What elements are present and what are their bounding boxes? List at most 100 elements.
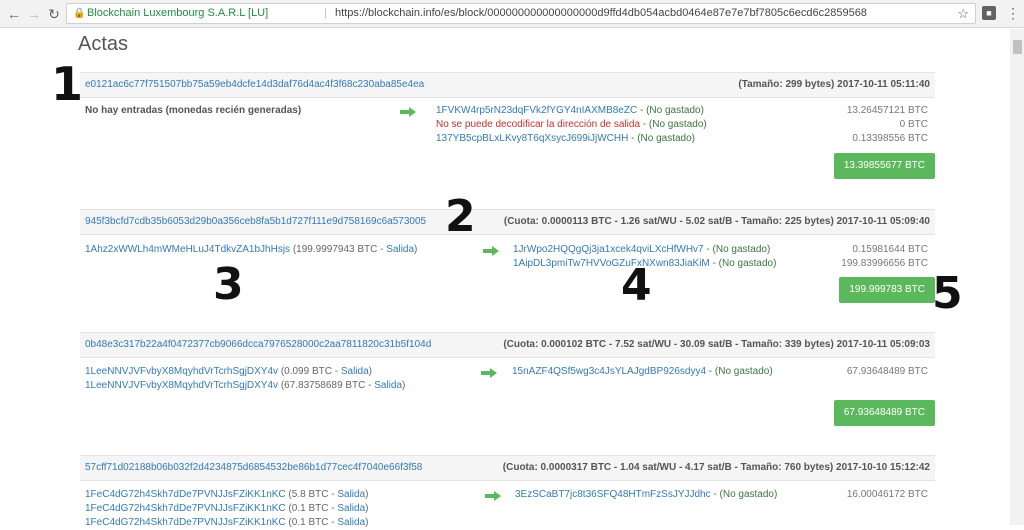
output-amount: 13.26457121 BTC <box>846 105 928 116</box>
transaction-3: 0b48e3c317b22a4f0472377cb9066dcca7976528… <box>80 332 935 458</box>
output-row: 1JrWpo2HQQgQj3ja1xcek4qviLXcHfWHv7 - (No… <box>513 243 770 257</box>
output-amount: 0.15981644 BTC <box>852 244 928 255</box>
output-address-link[interactable]: 15nAZF4QSf5wg3c4JsYLAJgdBP926sdyy4 <box>512 366 706 377</box>
input-close: ) <box>365 503 369 514</box>
input-close: ) <box>365 517 369 528</box>
output-decode-error: No se puede decodificar la dirección de … <box>436 119 641 130</box>
transaction-header: 945f3bcfd7cdb35b6053d29b0a356ceb8fa5b1d7… <box>80 209 935 235</box>
transaction-1: e0121ac6c77f751507bb75a59eb4dcfe14d3daf7… <box>80 72 935 184</box>
input-close: ) <box>365 489 369 500</box>
input-address-link[interactable]: 1FeC4dG72h4Skh7dDe7PVNJJsFZiKK1nKC <box>85 489 286 500</box>
annotation-number: 2 <box>445 191 476 242</box>
annotation-number: 4 <box>621 260 652 311</box>
transaction-meta: (Cuota: 0.0000317 BTC - 1.04 sat/WU - 4.… <box>502 462 930 473</box>
output-status: - (No gastado) <box>703 244 771 255</box>
output-amount: 0.13398556 BTC <box>852 133 928 144</box>
annotation-number: 5 <box>932 268 963 319</box>
output-address-link[interactable]: 1FVKW4rp5rN23dqFVk2fYGY4nIAXMB8eZC <box>436 105 637 116</box>
input-close: ) <box>414 244 418 255</box>
input-row: 1FeC4dG72h4Skh7dDe7PVNJJsFZiKK1nKC (0.1 … <box>85 516 369 530</box>
output-amount: 16.00046172 BTC <box>846 489 928 500</box>
output-row: No se puede decodificar la dirección de … <box>436 118 707 132</box>
forward-icon[interactable]: → <box>26 6 42 22</box>
site-identity[interactable]: Blockchain Luxembourg S.A.R.L [LU] <box>87 4 268 23</box>
transaction-hash-link[interactable]: 945f3bcfd7cdb35b6053d29b0a356ceb8fa5b1d7… <box>85 210 426 234</box>
output-amount: 67.93648489 BTC <box>846 366 928 377</box>
scrollbar-thumb[interactable] <box>1013 40 1022 54</box>
page-title: Actas <box>78 33 129 55</box>
output-amount: 0 BTC <box>899 119 928 130</box>
output-link[interactable]: Salida <box>337 503 365 514</box>
arrow-right-icon <box>400 107 416 117</box>
transaction-2: 945f3bcfd7cdb35b6053d29b0a356ceb8fa5b1d7… <box>80 209 935 325</box>
output-address-link[interactable]: 1AipDL3pmiTw7HVVoGZuFxNXwn83JiaKiM <box>513 258 710 269</box>
transaction-hash-link[interactable]: 57cff71d02188b06b032f2d4234875d6854532be… <box>85 456 422 480</box>
address-separator: | <box>324 7 327 19</box>
input-row: 1FeC4dG72h4Skh7dDe7PVNJJsFZiKK1nKC (0.1 … <box>85 502 369 516</box>
transaction-meta: (Tamaño: 299 bytes) 2017-10-11 05:11:40 <box>738 79 930 90</box>
output-link[interactable]: Salida <box>386 244 414 255</box>
total-button[interactable]: 67.93648489 BTC <box>833 400 935 426</box>
lock-icon: 🔒 <box>73 8 86 19</box>
annotation-number: 1 <box>51 57 84 111</box>
reload-icon[interactable]: ↻ <box>46 6 62 22</box>
annotation-number: 3 <box>213 259 244 310</box>
output-link[interactable]: Salida <box>341 366 369 377</box>
output-row: 3EzSCaBT7jc8t36SFQ48HTmFzSsJYJJdhc - (No… <box>515 488 777 502</box>
back-icon[interactable]: ← <box>6 6 22 22</box>
url-text[interactable]: https://blockchain.info/es/block/0000000… <box>335 4 867 23</box>
output-row: 137YB5cpBLxLKvy8T6qXsycJ699iJjWCHH - (No… <box>436 132 695 146</box>
input-amount: (0.1 BTC - <box>285 503 338 514</box>
output-amount: 199.83996656 BTC <box>841 258 928 269</box>
input-close: ) <box>368 366 373 377</box>
input-row: 1FeC4dG72h4Skh7dDe7PVNJJsFZiKK1nKC (5.8 … <box>85 488 369 502</box>
address-bar[interactable]: 🔒 Blockchain Luxembourg S.A.R.L [LU] | h… <box>66 3 976 24</box>
star-icon[interactable]: ☆ <box>957 4 969 23</box>
no-inputs-text: No hay entradas (monedas recién generada… <box>85 105 302 116</box>
input-address-link[interactable]: 1LeeNNVJVFvbyX8MqyhdVrTcrhSgjDXY4v <box>85 366 278 377</box>
input-address-link[interactable]: 1FeC4dG72h4Skh7dDe7PVNJJsFZiKK1nKC <box>85 517 286 528</box>
transaction-header: 57cff71d02188b06b032f2d4234875d6854532be… <box>80 455 935 481</box>
arrow-right-icon <box>485 491 501 501</box>
output-link[interactable]: Salida <box>374 380 402 391</box>
browser-toolbar: ← → ↻ 🔒 Blockchain Luxembourg S.A.R.L [L… <box>0 0 1024 28</box>
input-address-link[interactable]: 1FeC4dG72h4Skh7dDe7PVNJJsFZiKK1nKC <box>85 503 286 514</box>
output-status: - (No gastado) <box>628 133 696 144</box>
output-status: - (No gastado) <box>709 258 777 269</box>
transaction-4: 57cff71d02188b06b032f2d4234875d6854532be… <box>80 455 935 528</box>
arrow-right-icon <box>481 368 497 378</box>
transaction-hash-link[interactable]: 0b48e3c317b22a4f0472377cb9066dcca7976528… <box>85 333 431 357</box>
input-amount: (67.83758689 BTC - <box>278 380 375 391</box>
input-amount: (199.9997943 BTC - <box>290 244 387 255</box>
menu-icon[interactable]: ⋮ <box>1006 5 1020 21</box>
extension-icon[interactable]: ■ <box>982 6 996 20</box>
output-row: 15nAZF4QSf5wg3c4JsYLAJgdBP926sdyy4 - (No… <box>512 365 773 379</box>
transaction-meta: (Cuota: 0.0000113 BTC - 1.26 sat/WU - 5.… <box>503 216 930 227</box>
transaction-hash-link[interactable]: e0121ac6c77f751507bb75a59eb4dcfe14d3daf7… <box>85 73 424 97</box>
input-row: 1Ahz2xWWLh4mWMeHLuJ4TdkvZA1bJhHsjs (199.… <box>85 243 417 257</box>
input-close: ) <box>402 380 406 391</box>
output-row: 1FVKW4rp5rN23dqFVk2fYGY4nIAXMB8eZC - (No… <box>436 104 704 118</box>
input-row: 1LeeNNVJVFvbyX8MqyhdVrTcrhSgjDXY4v (0.09… <box>85 365 372 379</box>
output-status: - (No gastado) <box>640 119 707 130</box>
output-status: - (No gastado) <box>637 105 704 116</box>
input-address-link[interactable]: 1Ahz2xWWLh4mWMeHLuJ4TdkvZA1bJhHsjs <box>85 244 290 255</box>
transaction-meta: (Cuota: 0.000102 BTC - 7.52 sat/WU - 30.… <box>503 339 930 350</box>
input-address-link[interactable]: 1LeeNNVJVFvbyX8MqyhdVrTcrhSgjDXY4v <box>85 380 278 391</box>
input-amount: (5.8 BTC - <box>285 489 338 500</box>
total-button[interactable]: 199.999783 BTC <box>839 277 935 303</box>
output-address-link[interactable]: 3EzSCaBT7jc8t36SFQ48HTmFzSsJYJJdhc <box>515 489 711 500</box>
output-status: - (No gastado) <box>710 489 778 500</box>
transaction-header: e0121ac6c77f751507bb75a59eb4dcfe14d3daf7… <box>80 72 935 98</box>
output-link[interactable]: Salida <box>337 517 365 528</box>
output-link[interactable]: Salida <box>337 489 365 500</box>
transaction-header: 0b48e3c317b22a4f0472377cb9066dcca7976528… <box>80 332 935 358</box>
arrow-right-icon <box>483 246 499 256</box>
input-row: 1LeeNNVJVFvbyX8MqyhdVrTcrhSgjDXY4v (67.8… <box>85 379 405 393</box>
page-scrollbar[interactable] <box>1010 29 1024 525</box>
output-address-link[interactable]: 137YB5cpBLxLKvy8T6qXsycJ699iJjWCHH <box>436 133 628 144</box>
input-amount: (0.099 BTC - <box>278 366 341 377</box>
output-status: - (No gastado) <box>706 366 773 377</box>
total-button[interactable]: 13.39855677 BTC <box>833 153 935 179</box>
output-address-link[interactable]: 1JrWpo2HQQgQj3ja1xcek4qviLXcHfWHv7 <box>513 244 704 255</box>
